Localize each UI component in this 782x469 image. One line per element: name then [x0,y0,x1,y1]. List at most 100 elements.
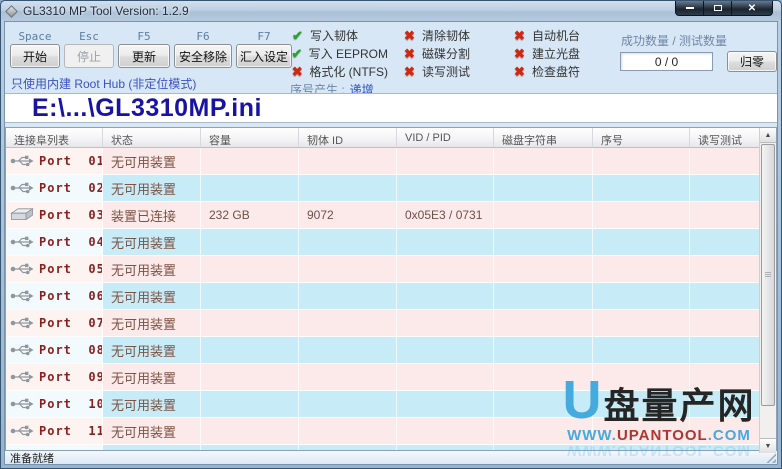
table-row-port-02[interactable]: Port 02 无可用装置 [6,175,776,202]
start-button[interactable]: 开始 [10,44,60,68]
status-cell: 无可用装置 [103,337,201,363]
firmware-id-cell [299,364,397,390]
vid-pid-cell [397,391,494,417]
table-header: 连接阜列表 状态 容量 韧体 ID VID / PID 磁盘字符串 序号 读写测… [6,128,776,148]
disk-drive-icon [9,207,35,223]
vid-pid-cell [397,256,494,282]
drive-string-cell [494,418,593,444]
check-icon: ✔ [290,47,304,60]
capacity-cell: 232 GB [201,202,299,228]
table-row-port-06[interactable]: Port 06 无可用装置 [6,283,776,310]
port-label: Port 05 [39,262,103,276]
option-label: 自动机台 [532,27,580,44]
port-label: Port 11 [39,424,103,438]
vid-pid-cell [397,148,494,174]
serial-cell [593,391,690,417]
title-bar[interactable]: GL3310 MP Tool Version: 1.2.9 ✕ [1,1,781,21]
table-row-port-03-connected[interactable]: Port 03 装置已连接 232 GB 9072 0x05E3 / 0731 [6,202,776,229]
firmware-id-cell [299,148,397,174]
table-row-port-10[interactable]: Port 10 无可用装置 [6,391,776,418]
serial-cell [593,256,690,282]
option-format: ✖ 格式化 (NTFS) [290,62,388,80]
minimize-button[interactable] [675,1,704,16]
capacity-cell [201,364,299,390]
safe-remove-button[interactable]: 安全移除 [174,44,232,68]
serial-cell [593,202,690,228]
maximize-button[interactable] [704,1,731,16]
port-label: Port 02 [39,181,103,195]
reset-counter-button[interactable]: 归零 [727,51,777,72]
option-label: 写入韧体 [310,27,358,44]
port-label: Port 07 [39,316,103,330]
table-row-port-07[interactable]: Port 07 无可用装置 [6,310,776,337]
option-rw-test: ✖ 读写测试 [402,62,500,80]
table-row-port-08[interactable]: Port 08 无可用装置 [6,337,776,364]
close-icon: ✕ [748,3,756,14]
cross-icon: ✖ [402,47,417,60]
root-hub-note: 只使用内建 Root Hub (非定位模式) [11,75,196,92]
window-title: GL3310 MP Tool Version: 1.2.9 [23,4,189,18]
scroll-up-button[interactable]: ▲ [760,128,776,143]
port-table: 连接阜列表 状态 容量 韧体 ID VID / PID 磁盘字符串 序号 读写测… [5,127,777,454]
hotkey-f5: F5 [118,30,170,43]
capacity-cell [201,391,299,417]
option-label: 磁碟分割 [422,45,470,62]
hotkey-hints: Space Esc F5 F6 F7 [10,30,292,43]
config-file-band: E:\...\GL3310MP.ini [5,93,777,123]
import-settings-button[interactable]: 汇入设定 [236,44,292,68]
close-button[interactable]: ✕ [731,1,773,16]
capacity-cell [201,310,299,336]
serial-cell [593,283,690,309]
option-clear-firmware: ✖ 清除韧体 [402,26,500,44]
counter-value-field: 0 / 0 [620,52,713,71]
app-window: GL3310 MP Tool Version: 1.2.9 ✕ Space Es… [0,0,782,469]
serial-cell [593,364,690,390]
vid-pid-cell [397,310,494,336]
scroll-down-button[interactable]: ▼ [760,438,776,453]
column-header-capacity[interactable]: 容量 [201,128,299,147]
hotkey-f6: F6 [174,30,232,43]
firmware-id-cell [299,229,397,255]
firmware-id-cell [299,391,397,417]
table-row-port-04[interactable]: Port 04 无可用装置 [6,229,776,256]
stop-button[interactable]: 停止 [64,44,114,68]
port-label: Port 01 [39,154,103,168]
option-label: 检查盘符 [532,63,580,80]
column-header-drive-string[interactable]: 磁盘字符串 [494,128,593,147]
capacity-cell [201,175,299,201]
status-cell: 无可用装置 [103,418,201,444]
vertical-scrollbar[interactable]: ▲ ▼ [759,128,776,453]
table-row-port-01[interactable]: Port 01 无可用装置 [6,148,776,175]
option-label: 格式化 (NTFS) [309,63,388,80]
option-label: 建立光盘 [532,45,580,62]
column-header-serial[interactable]: 序号 [593,128,690,147]
drive-string-cell [494,256,593,282]
port-label: Port 03 [39,208,103,222]
table-row-port-05[interactable]: Port 05 无可用装置 [6,256,776,283]
drive-string-cell [494,202,593,228]
status-text: 准备就绪 [10,450,54,466]
drive-string-cell [494,310,593,336]
status-bar: 准备就绪 [5,450,777,464]
table-row-port-09[interactable]: Port 09 无可用装置 [6,364,776,391]
firmware-id-cell [299,337,397,363]
port-label: Port 09 [39,370,103,384]
update-button[interactable]: 更新 [118,44,170,68]
column-header-vid-pid[interactable]: VID / PID [397,128,494,147]
hotkey-esc: Esc [64,30,114,43]
table-row-port-11[interactable]: Port 11 无可用装置 [6,418,776,445]
scrollbar-thumb[interactable] [761,144,775,406]
drive-string-cell [494,283,593,309]
usb-icon [9,261,35,277]
column-header-port-list[interactable]: 连接阜列表 [6,128,103,147]
usb-icon [9,288,35,304]
status-cell: 无可用装置 [103,391,201,417]
option-column-3: ✖ 自动机台 ✖ 建立光盘 ✖ 检查盘符 [512,26,610,80]
vid-pid-cell [397,229,494,255]
column-header-firmware-id[interactable]: 韧体 ID [299,128,397,147]
status-cell: 无可用装置 [103,256,201,282]
minimize-icon [686,7,694,9]
firmware-id-cell: 9072 [299,202,397,228]
column-header-status[interactable]: 状态 [103,128,201,147]
usb-icon [9,342,35,358]
